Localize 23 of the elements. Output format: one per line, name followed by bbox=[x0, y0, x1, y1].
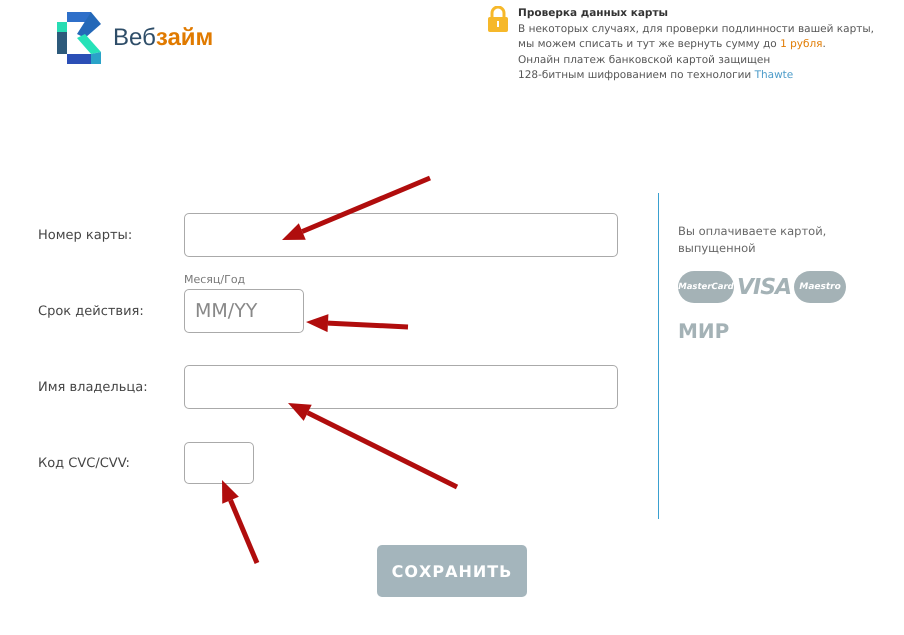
input-field[interactable] bbox=[184, 442, 254, 484]
maestro-logo: Maestro bbox=[794, 271, 846, 303]
field-label: Номер карты: bbox=[38, 228, 134, 242]
visa-logo: VISA bbox=[736, 274, 792, 300]
note-title: Проверка данных карты bbox=[518, 6, 670, 21]
logo-icon bbox=[57, 12, 103, 64]
save-button[interactable]: СОХРАНИТЬ bbox=[377, 545, 527, 597]
field-label: Срок действия: bbox=[38, 304, 145, 318]
field-label: Имя владельца: bbox=[38, 380, 149, 394]
input-field[interactable] bbox=[184, 365, 618, 409]
input-field[interactable]: MM/YY bbox=[184, 289, 304, 333]
note-text: В некоторых случаях, для проверки подлинности вашей карты, мы можем списать и тут же вернуть сумму до 1 рубля. bbox=[518, 22, 874, 52]
lock-icon bbox=[488, 6, 508, 32]
logo-text: Вебзайм bbox=[113, 24, 214, 52]
mastercard-logo: MasterCard bbox=[678, 271, 734, 303]
note-text: 128-битным шифрованием по технологии bbox=[518, 69, 752, 81]
field-label: Код CVC/CVV: bbox=[38, 456, 131, 470]
mir-logo: МИР bbox=[678, 319, 730, 343]
info-text: Вы оплачиваете картой, выпущенной bbox=[678, 223, 828, 257]
field-hint: Месяц/Год bbox=[184, 273, 246, 286]
note-text: Онлайн платеж банковской картой защищен bbox=[518, 52, 772, 68]
thawte-link[interactable]: Thawte bbox=[754, 69, 794, 81]
input-field[interactable] bbox=[184, 213, 618, 257]
